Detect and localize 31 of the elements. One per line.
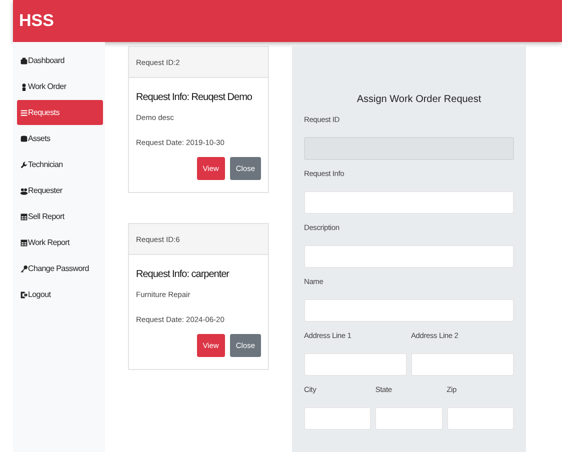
person-icon: [20, 82, 28, 90]
input-field[interactable]: [446, 407, 514, 430]
sidebar-item[interactable]: Change Password: [17, 256, 103, 281]
sign-out-icon: [20, 290, 28, 298]
sidebar-item[interactable]: Assets: [17, 126, 103, 151]
input-field[interactable]: [375, 407, 443, 430]
sidebar-item[interactable]: Logout: [17, 282, 103, 307]
input-field[interactable]: [410, 353, 514, 376]
sidebar-item[interactable]: Requests: [17, 100, 103, 125]
input-field[interactable]: [304, 191, 514, 214]
table-icon: [20, 212, 28, 220]
form-title: Assign Work Order Request: [356, 94, 482, 105]
input-field[interactable]: [304, 353, 407, 376]
list-icon: [20, 108, 28, 116]
input-field[interactable]: [304, 299, 514, 322]
wrench-icon: [20, 160, 28, 168]
users-icon: [20, 186, 28, 194]
sidebar-item[interactable]: Requester: [17, 178, 103, 203]
card-title: Request Info: carpenter: [136, 269, 230, 280]
input-field[interactable]: [304, 407, 372, 430]
sidebar-item[interactable]: Work Order: [17, 74, 103, 99]
input-field[interactable]: [304, 245, 514, 268]
sidebar-item[interactable]: Sell Report: [17, 204, 103, 229]
table-icon: [20, 238, 28, 246]
sidebar-item[interactable]: Work Report: [17, 230, 103, 255]
key-icon: [20, 264, 28, 272]
sidebar-item[interactable]: Technician: [17, 152, 103, 177]
sidebar-item[interactable]: Dashboard: [17, 48, 103, 73]
card-title: Request Info: Reuqest Demo: [136, 92, 253, 103]
brand-logo[interactable]: HSS: [19, 11, 54, 31]
database-icon: [20, 134, 28, 142]
